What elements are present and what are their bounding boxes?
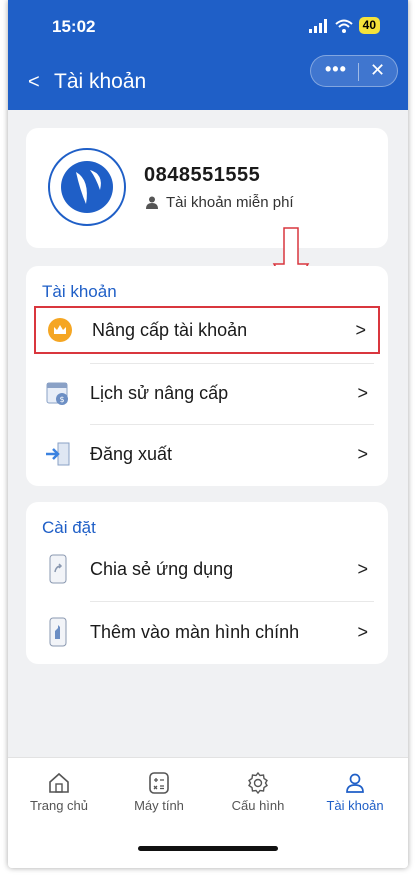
app-header: 15:02 40 < Tài khoản ••• ✕ bbox=[8, 0, 408, 110]
calculator-icon bbox=[114, 768, 204, 798]
settings-section-title: Cài đặt bbox=[42, 518, 96, 537]
signal-icon bbox=[308, 18, 327, 33]
user-icon bbox=[310, 768, 400, 798]
tab-account-label: Tài khoản bbox=[326, 798, 384, 813]
chevron-right-icon: > bbox=[357, 382, 368, 403]
tab-calculator[interactable]: Máy tính bbox=[114, 768, 204, 813]
upgrade-history-item[interactable]: $ Lịch sử nâng cấp > bbox=[34, 369, 380, 417]
divider bbox=[90, 424, 374, 425]
tab-account[interactable]: Tài khoản bbox=[310, 768, 400, 813]
battery-indicator: 40 bbox=[358, 17, 380, 34]
crown-icon bbox=[44, 314, 76, 346]
account-type-label: Tài khoản miễn phí bbox=[166, 194, 294, 211]
tab-settings[interactable]: Cấu hình bbox=[213, 768, 303, 813]
svg-text:$: $ bbox=[60, 395, 65, 404]
chevron-right-icon: > bbox=[357, 621, 368, 642]
account-section: Tài khoản Nâng cấp tài khoản > $ Lịch sử… bbox=[26, 266, 388, 486]
logout-door-icon bbox=[42, 438, 74, 470]
home-indicator bbox=[138, 846, 278, 851]
share-app-label: Chia sẻ ứng dụng bbox=[90, 558, 234, 579]
logout-item[interactable]: Đăng xuất > bbox=[34, 430, 380, 478]
mini-app-capsule: ••• ✕ bbox=[310, 55, 398, 87]
phone-number: 0848551555 bbox=[144, 164, 261, 186]
chevron-right-icon: > bbox=[355, 319, 366, 340]
divider bbox=[90, 363, 374, 364]
profile-card: 0848551555 Tài khoản miễn phí bbox=[26, 128, 388, 248]
share-app-item[interactable]: Chia sẻ ứng dụng > bbox=[34, 545, 380, 593]
upgrade-history-label: Lịch sử nâng cấp bbox=[90, 382, 229, 403]
wifi-icon bbox=[334, 19, 353, 33]
chevron-right-icon: > bbox=[357, 558, 368, 579]
upgrade-account-label: Nâng cấp tài khoản bbox=[92, 319, 248, 340]
tab-settings-label: Cấu hình bbox=[231, 798, 285, 813]
account-type: Tài khoản miễn phí bbox=[146, 194, 294, 211]
add-to-home-screen-label: Thêm vào màn hình chính bbox=[90, 621, 300, 642]
user-icon bbox=[146, 196, 158, 209]
avatar bbox=[48, 148, 126, 226]
status-icons: 40 bbox=[308, 17, 380, 34]
status-time: 15:02 bbox=[52, 17, 96, 36]
settings-section: Cài đặt Chia sẻ ứng dụng > Thêm vào màn … bbox=[26, 502, 388, 664]
tab-calculator-label: Máy tính bbox=[134, 798, 184, 813]
divider bbox=[90, 601, 374, 602]
tab-home[interactable]: Trang chủ bbox=[14, 768, 104, 813]
app-frame: 15:02 40 < Tài khoản ••• ✕ 0848551555 Tà… bbox=[8, 0, 408, 868]
tab-home-label: Trang chủ bbox=[29, 798, 89, 813]
logout-label: Đăng xuất bbox=[90, 443, 173, 464]
home-icon bbox=[14, 768, 104, 798]
share-phone-icon bbox=[42, 553, 74, 585]
add-to-home-screen-item[interactable]: Thêm vào màn hình chính > bbox=[34, 608, 380, 656]
back-icon[interactable]: < bbox=[28, 71, 40, 94]
upgrade-account-item[interactable]: Nâng cấp tài khoản > bbox=[34, 306, 380, 354]
close-icon[interactable]: ✕ bbox=[370, 60, 385, 81]
more-icon[interactable]: ••• bbox=[325, 59, 347, 80]
add-home-screen-icon bbox=[42, 616, 74, 648]
capsule-divider bbox=[358, 63, 359, 81]
vnpt-logo-icon bbox=[61, 161, 113, 213]
page-title: Tài khoản bbox=[54, 70, 147, 93]
gear-icon bbox=[213, 768, 303, 798]
bottom-tab-bar: Trang chủ Máy tính Cấu hình Tài khoản bbox=[8, 757, 408, 868]
calendar-history-icon: $ bbox=[42, 377, 74, 409]
chevron-right-icon: > bbox=[357, 443, 368, 464]
account-section-title: Tài khoản bbox=[42, 282, 117, 301]
